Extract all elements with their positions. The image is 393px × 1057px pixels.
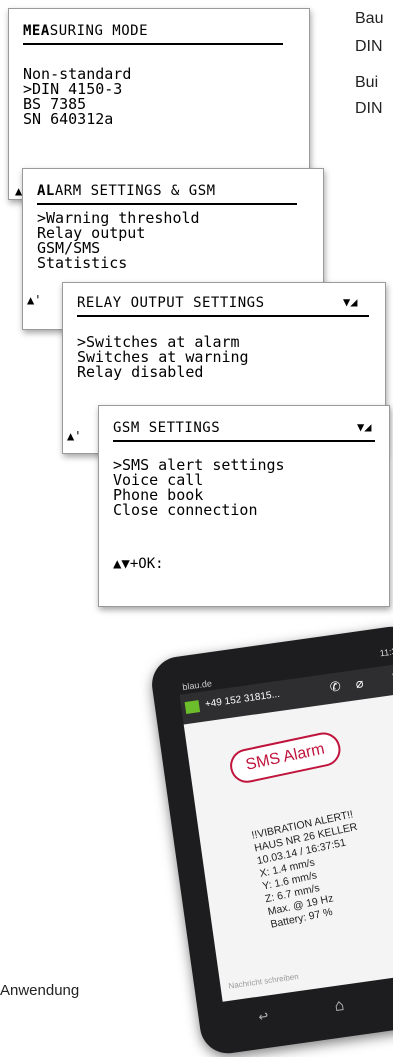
menu-icon[interactable]: ⋮ (386, 670, 393, 688)
gsm-settings-list: >SMS alert settings Voice call Phone boo… (113, 458, 285, 518)
attach-icon[interactable]: ⌀ (355, 675, 365, 692)
list-item[interactable]: SN 640312a (23, 112, 131, 127)
message-view: SMS Alarm !!VIBRATION ALERT!! HAUS NR 26… (183, 692, 393, 1002)
phone: 11:31 blau.de +49 152 31815... ✆ ⌀ ⋮ SMS… (148, 623, 393, 1057)
side-text-1: Bau (355, 10, 384, 27)
call-icon[interactable]: ✆ (329, 678, 342, 695)
relay-settings-list: >Switches at alarm Switches at warning R… (77, 335, 249, 380)
title-rule (77, 315, 369, 317)
sms-app-icon[interactable] (184, 700, 201, 714)
nav-hint: ▲' (27, 293, 42, 307)
home-icon[interactable]: ⌂ (333, 994, 345, 1014)
measuring-mode-title: MEASURING MODE (23, 23, 149, 39)
title-rule (37, 203, 297, 205)
side-text-3: Bui (355, 74, 379, 91)
status-time: 11:31 (379, 645, 393, 659)
signal-icon: ▼◢ (357, 420, 372, 434)
list-item[interactable]: Statistics (37, 256, 200, 271)
contact-number[interactable]: +49 152 31815... (204, 689, 280, 710)
signal-icon: ▼◢ (343, 295, 358, 309)
alert-message: !!VIBRATION ALERT!! HAUS NR 26 KELLER 10… (250, 808, 359, 931)
compose-input[interactable]: Nachricht schreiben (228, 972, 299, 991)
side-text-2: DIN (355, 38, 383, 55)
list-item[interactable]: Close connection (113, 503, 285, 518)
alarm-settings-list: >Warning threshold Relay output GSM/SMS … (37, 211, 200, 271)
alarm-settings-title: ALARM SETTINGS & GSM (37, 183, 216, 199)
side-text-4: DIN (355, 100, 383, 117)
back-icon[interactable]: ↩ (257, 1005, 269, 1025)
nav-hint: ▲▼+OK: (113, 556, 164, 572)
title-rule (113, 440, 375, 442)
title-rule (23, 43, 283, 45)
gsm-settings-title: GSM SETTINGS (113, 420, 221, 436)
sms-alarm-badge: SMS Alarm (226, 729, 344, 786)
measuring-mode-list: Non-standard >DIN 4150-3 BS 7385 SN 6403… (23, 67, 131, 127)
footer-label: Anwendung (0, 982, 80, 999)
nav-hint: ▲' (67, 429, 82, 443)
gsm-settings-screen: GSM SETTINGS ▼◢ >SMS alert settings Voic… (98, 405, 390, 607)
relay-settings-title: RELAY OUTPUT SETTINGS (77, 295, 265, 311)
list-item[interactable]: Relay disabled (77, 365, 249, 380)
